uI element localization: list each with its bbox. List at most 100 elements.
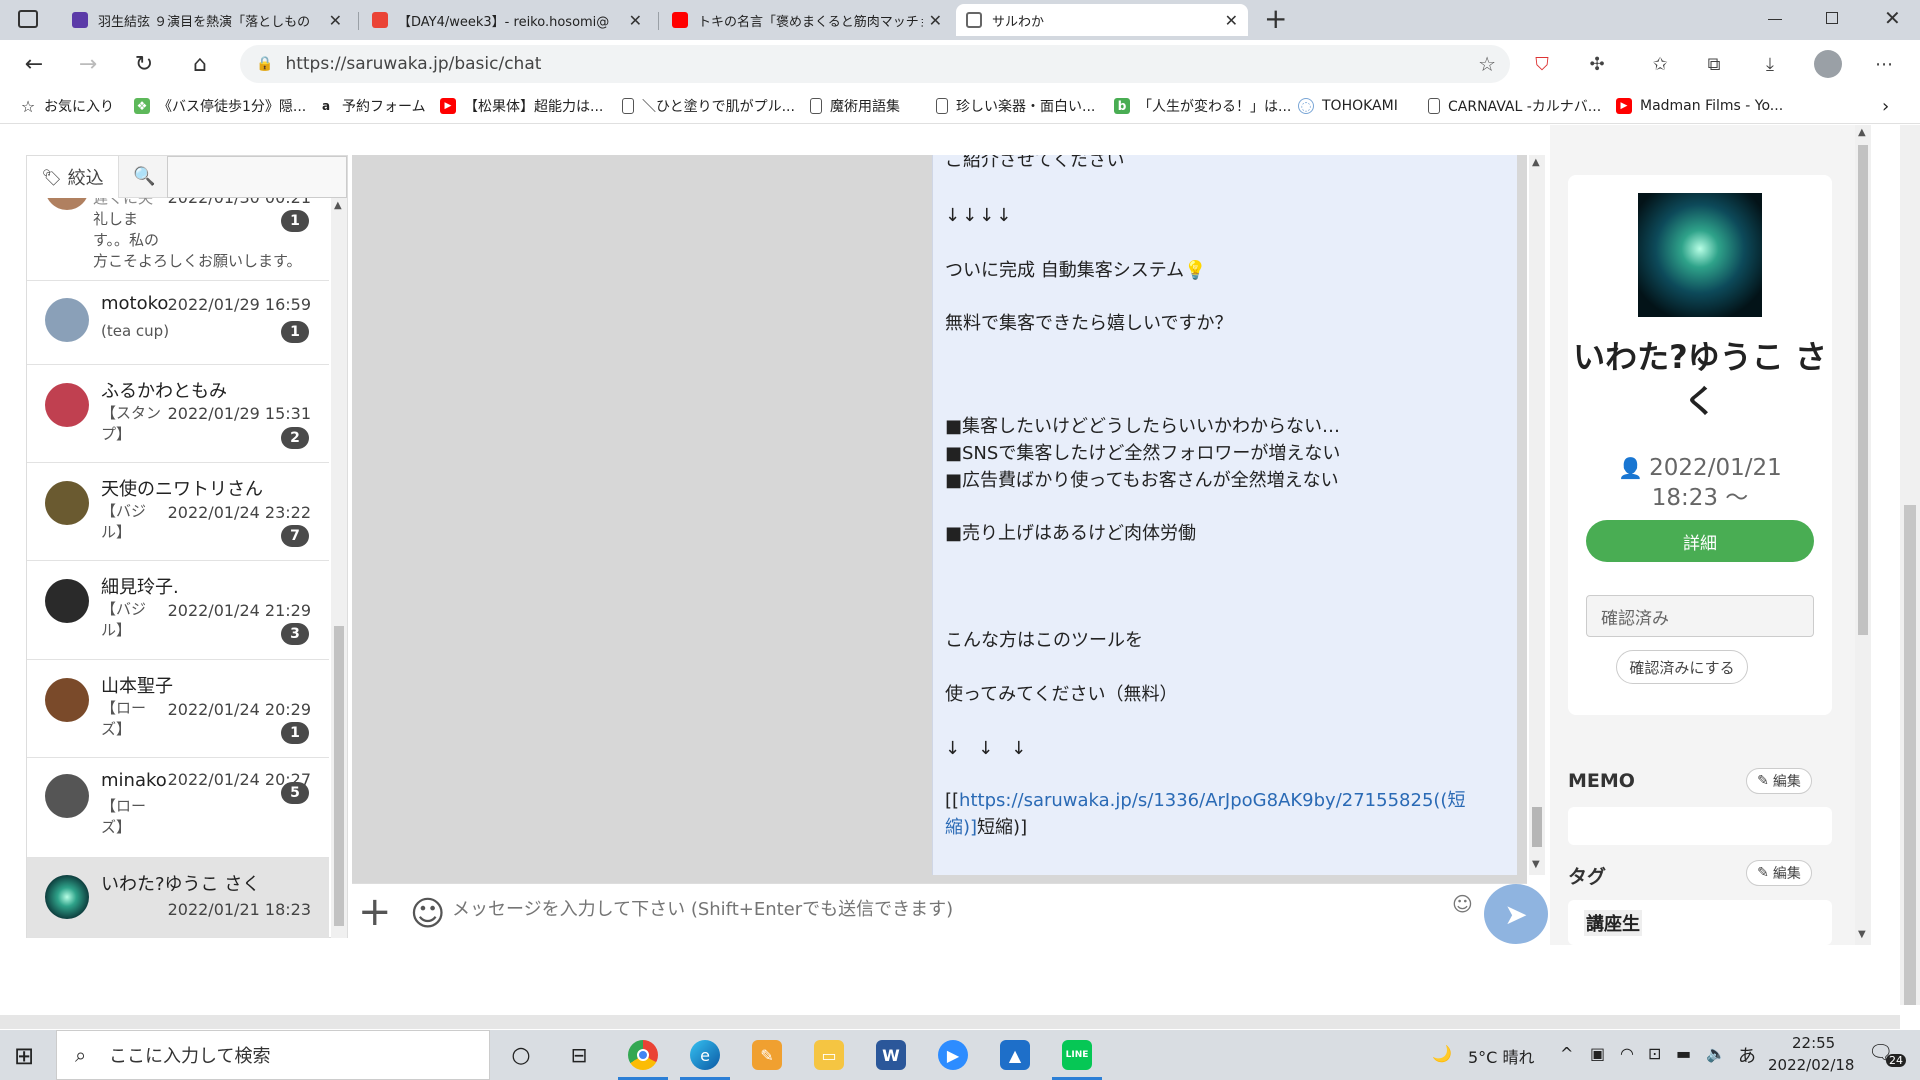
scrollbar-thumb[interactable]	[1858, 145, 1868, 635]
volume-icon[interactable]: 🔈	[1706, 1044, 1726, 1063]
battery-icon[interactable]: ▬	[1676, 1044, 1691, 1063]
close-icon[interactable]: ✕	[629, 11, 642, 30]
minimize-button[interactable]	[1768, 19, 1782, 20]
message-composer: + ☺ ☺ ➤	[352, 883, 1548, 944]
scroll-down-icon[interactable]: ▼	[1532, 859, 1540, 870]
conversation-item[interactable]: 天使のニワトリさん 2022/01/24 23:22 【バジ ル】 7	[27, 463, 329, 561]
restore-button[interactable]	[1826, 12, 1838, 24]
tab-3-active[interactable]: サルわか ✕	[956, 4, 1248, 36]
bookmark-item[interactable]: ＼ひと塗りで肌がプル...	[622, 96, 795, 116]
tab-2[interactable]: トキの名言「褒めまくると筋肉マッチョ ✕	[662, 4, 952, 36]
scroll-up-icon[interactable]: ▲	[1532, 157, 1540, 168]
bookmark-item[interactable]: b 「人生が変わる！」は...	[1114, 96, 1291, 116]
conversation-item[interactable]: 細見玲子. 2022/01/24 21:29 【バジ ル】 3	[27, 561, 329, 660]
new-tab-button[interactable]: +	[1264, 2, 1287, 35]
page-scrollbar[interactable]	[1900, 125, 1920, 1005]
file-explorer-icon[interactable]: ▭	[814, 1040, 844, 1070]
paint-icon[interactable]: ✎	[752, 1040, 782, 1070]
taskbar-search-input[interactable]: ⌕ ここに入力して検索	[56, 1030, 490, 1080]
window-close-button[interactable]: ✕	[1884, 6, 1901, 30]
favorites-icon[interactable]: ✩	[1648, 52, 1672, 76]
emoji-icon[interactable]: ☺	[410, 894, 445, 934]
clock-time[interactable]: 22:55	[1792, 1034, 1835, 1052]
wifi-icon[interactable]: ◠	[1620, 1044, 1634, 1063]
chat-scrollbar[interactable]: ▲ ▼	[1529, 155, 1545, 875]
close-icon[interactable]: ✕	[329, 11, 342, 30]
back-button[interactable]: ←	[20, 50, 48, 78]
horizontal-scrollbar[interactable]	[0, 1015, 1900, 1029]
photos-icon[interactable]: ▲	[1000, 1040, 1030, 1070]
bookmark-item[interactable]: a 予約フォーム	[318, 96, 426, 116]
line-icon[interactable]: LINE	[1052, 1040, 1102, 1080]
collections-icon[interactable]: ⧉	[1702, 52, 1726, 76]
status-field[interactable]: 確認済み	[1586, 595, 1814, 637]
scrollbar-thumb[interactable]	[1904, 505, 1916, 1005]
search-icon: ⌕	[75, 1043, 87, 1067]
scrollbar-thumb[interactable]	[334, 626, 344, 926]
scroll-up-icon[interactable]: ▲	[1858, 127, 1866, 138]
tag-chip[interactable]: 講座生	[1584, 910, 1642, 936]
downloads-icon[interactable]: ⤓	[1758, 52, 1782, 76]
weather-text[interactable]: 5°C 晴れ	[1468, 1044, 1534, 1068]
conversation-item[interactable]: 2022/01/30 00:21 遅くに失 礼しま す。。私の 方こそよろしくお…	[27, 198, 329, 281]
zoom-icon[interactable]: ▶	[938, 1040, 968, 1070]
scrollbar-thumb[interactable]	[1532, 807, 1542, 847]
tab-actions-icon[interactable]	[18, 10, 38, 28]
cortana-icon[interactable]: ○	[506, 1040, 536, 1070]
close-icon[interactable]: ✕	[929, 11, 942, 30]
mark-confirmed-button[interactable]: 確認済みにする	[1616, 650, 1748, 684]
bookmark-item[interactable]: 珍しい楽器・面白い...	[936, 96, 1095, 116]
tray-device-icon[interactable]: ▣	[1590, 1044, 1605, 1063]
profile-scrollbar[interactable]: ▲ ▼	[1855, 125, 1871, 945]
message-link[interactable]: 縮)]	[945, 817, 977, 838]
more-menu-icon[interactable]: ⋯	[1872, 52, 1896, 76]
extensions-icon[interactable]: ✣	[1585, 52, 1609, 76]
conversation-scrollbar[interactable]: ▲	[331, 198, 347, 938]
bookmark-item[interactable]: ▶ Madman Films - Yo...	[1616, 96, 1783, 116]
task-view-icon[interactable]: ⊟	[564, 1040, 594, 1070]
scroll-down-icon[interactable]: ▼	[1858, 929, 1866, 940]
chrome-icon[interactable]	[618, 1040, 668, 1080]
add-favorite-icon[interactable]: ☆	[1478, 52, 1496, 76]
conversation-item-selected[interactable]: いわた?ゆうこ さく 2022/01/21 18:23	[27, 858, 329, 938]
search-input[interactable]	[167, 156, 347, 198]
word-icon[interactable]: W	[876, 1040, 906, 1070]
message-link[interactable]: https://saruwaka.jp/s/1336/ArJpoG8AK9by/…	[959, 790, 1465, 811]
chevron-right-icon[interactable]: ›	[1882, 96, 1889, 117]
smiley-icon[interactable]: ☺	[1452, 892, 1473, 916]
conversation-item[interactable]: minako 2022/01/24 20:27 【ロー ズ】 5	[27, 758, 329, 858]
refresh-button[interactable]: ↻	[130, 50, 158, 78]
bookmark-item[interactable]: 魔術用語集	[810, 96, 900, 116]
bookmark-item[interactable]: CARNAVAL -カルナバ...	[1428, 96, 1601, 116]
message-input[interactable]	[452, 890, 1442, 928]
close-icon[interactable]: ✕	[1225, 11, 1238, 30]
bookmark-item[interactable]: ❖ 《バス停徒歩1分》隠...	[134, 96, 306, 116]
bookmark-item[interactable]: ◌ TOHOKAMI	[1298, 96, 1398, 116]
extension-shield-icon[interactable]: ⛉	[1530, 52, 1554, 76]
conversation-item[interactable]: ふるかわともみ 2022/01/29 15:31 【スタン プ】 2	[27, 365, 329, 463]
add-attachment-button[interactable]: +	[358, 892, 392, 932]
scroll-up-icon[interactable]: ▲	[334, 200, 342, 211]
conversation-item[interactable]: motoko 2022/01/29 16:59 (tea cup) 1	[27, 281, 329, 365]
edge-icon[interactable]: e	[680, 1040, 730, 1080]
memo-box[interactable]	[1568, 807, 1832, 845]
tag-edit-button[interactable]: ✎ 編集	[1746, 860, 1812, 886]
memo-edit-button[interactable]: ✎ 編集	[1746, 768, 1812, 794]
tab-1[interactable]: 【DAY4/week3】- reiko.hosomi@ ✕	[362, 4, 652, 36]
tray-chevron-up-icon[interactable]: ^	[1560, 1044, 1573, 1063]
url-field[interactable]: 🔒 https://saruwaka.jp/basic/chat ☆	[240, 45, 1510, 83]
windows-start-icon[interactable]: ⊞	[14, 1042, 34, 1070]
ime-indicator[interactable]: あ	[1738, 1042, 1756, 1068]
forward-button[interactable]: →	[74, 50, 102, 78]
detail-button[interactable]: 詳細	[1586, 520, 1814, 562]
filter-button[interactable]: 🏷 絞込	[27, 156, 119, 198]
conversation-item[interactable]: 山本聖子 2022/01/24 20:29 【ロー ズ】 1	[27, 660, 329, 758]
tray-app-icon[interactable]: ⊡	[1648, 1044, 1661, 1063]
bookmark-item[interactable]: ▶ 【松果体】超能力は...	[440, 96, 603, 116]
send-button[interactable]: ➤	[1484, 884, 1548, 944]
profile-avatar-icon[interactable]	[1814, 50, 1842, 78]
clock-date[interactable]: 2022/02/18	[1768, 1056, 1854, 1074]
home-button[interactable]: ⌂	[186, 50, 214, 78]
tab-0[interactable]: 羽生結弦 ９演目を熱演「落としもの ✕	[62, 4, 352, 36]
bookmark-favorites[interactable]: ☆ お気に入り	[20, 96, 114, 116]
